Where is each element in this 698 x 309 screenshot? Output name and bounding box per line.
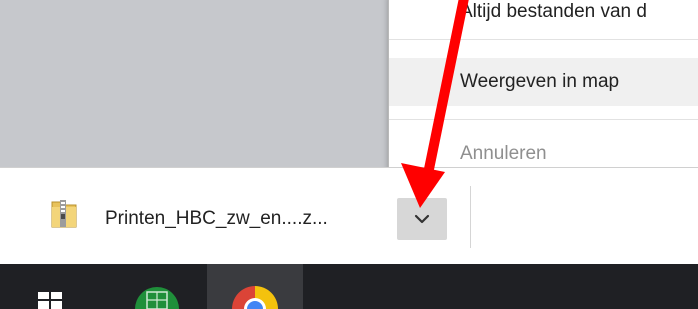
menu-separator [389,119,698,120]
zip-folder-icon [51,198,77,228]
menu-item-always-open[interactable]: Altijd bestanden van d [389,0,698,35]
menu-item-show-in-folder[interactable]: Weergeven in map [389,58,698,106]
download-context-menu: Altijd bestanden van d Weergeven in map … [388,0,698,182]
taskbar-chrome-button[interactable] [207,264,303,309]
menu-separator [389,39,698,40]
shelf-divider [470,186,471,248]
download-file-name[interactable]: Printen_HBC_zw_en....z... [105,208,328,230]
windows-start-icon[interactable] [38,292,62,309]
chevron-down-icon [414,214,430,224]
chrome-icon [232,286,278,309]
download-shelf: Printen_HBC_zw_en....z... [0,167,698,264]
spreadsheet-app-icon[interactable] [132,282,182,309]
download-item[interactable]: Printen_HBC_zw_en....z... [0,168,470,265]
windows-taskbar [0,264,698,309]
download-menu-button[interactable] [397,198,447,240]
